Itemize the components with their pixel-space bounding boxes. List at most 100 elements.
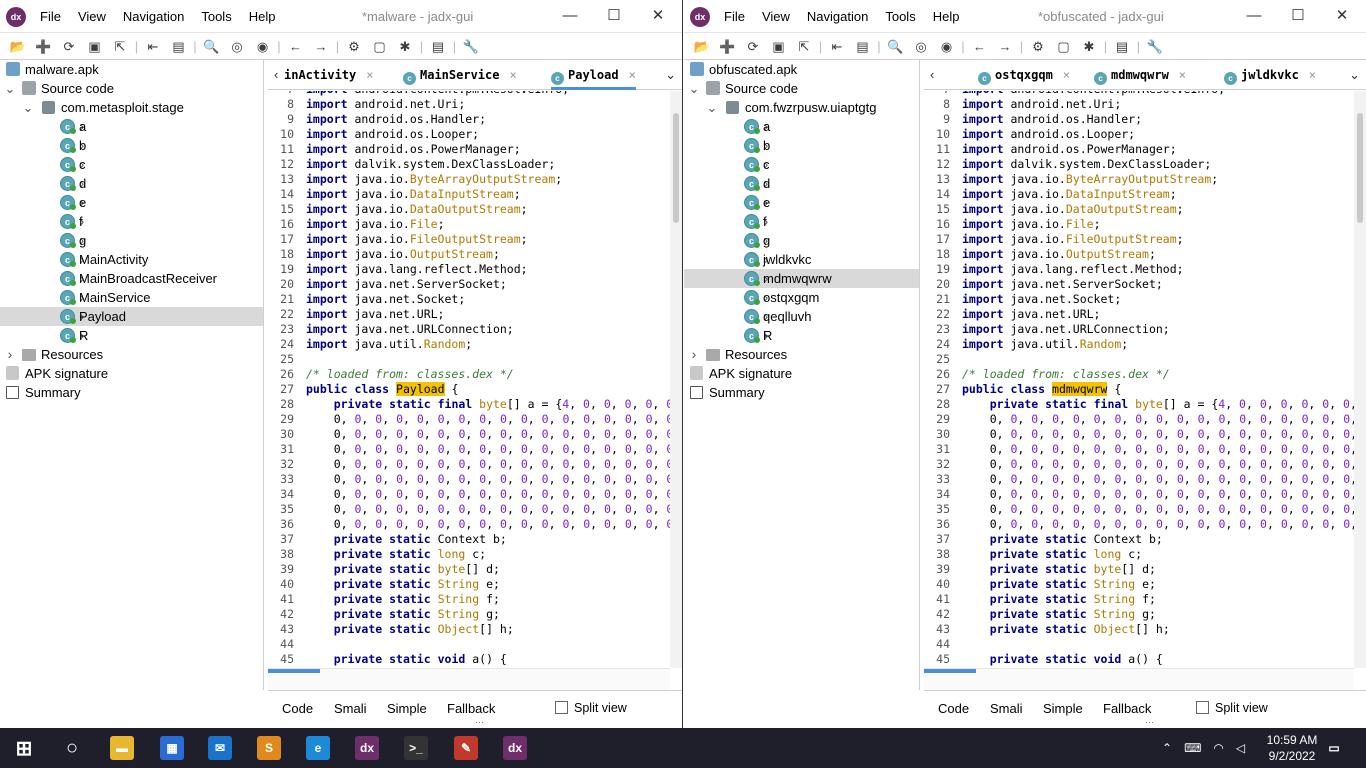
save-icon[interactable]: ▣ (83, 36, 107, 58)
start-icon[interactable]: ⊞ (12, 736, 36, 760)
debug-icon[interactable]: ✱ (393, 36, 417, 58)
horizontal-scrollbar[interactable] (924, 668, 1354, 690)
add-files-icon[interactable]: ➕ (32, 36, 56, 58)
search-icon[interactable]: 🔍 (200, 36, 224, 58)
menu-view[interactable]: View (762, 9, 790, 24)
tree-node[interactable]: › c c (0, 155, 263, 174)
tree-node[interactable]: obfuscated.apk (684, 60, 919, 79)
tree-node[interactable]: › c b (684, 136, 919, 155)
tab-list-icon[interactable]: ⌄ (665, 67, 676, 83)
menu-tools[interactable]: Tools (201, 9, 231, 24)
search-icon[interactable]: 🔍 (884, 36, 908, 58)
usage-icon[interactable]: ◉ (935, 36, 959, 58)
open-icon[interactable]: 📂 (6, 36, 30, 58)
view-tab-smali[interactable]: Smali (990, 701, 1023, 716)
tab-close-icon[interactable]: × (1063, 68, 1070, 82)
tree-node[interactable]: › c qeqlluvh (684, 307, 919, 326)
sublime-icon[interactable]: S (257, 736, 281, 760)
menu-file[interactable]: File (40, 9, 61, 24)
class-search-icon[interactable]: ◎ (909, 36, 933, 58)
volume-icon[interactable]: ◁ (1236, 741, 1245, 755)
forward-icon[interactable]: → (309, 36, 333, 58)
clock[interactable]: 10:59 AM 9/2/2022 (1262, 732, 1322, 764)
view-tab-smali[interactable]: Smali (334, 701, 367, 716)
tree-node[interactable]: › c R (0, 326, 263, 345)
ime-icon[interactable]: ⌨ (1184, 741, 1201, 755)
editor-tab[interactable]: inActivity × (284, 60, 373, 90)
close-button[interactable]: ✕ (1320, 4, 1364, 28)
menu-help[interactable]: Help (933, 9, 960, 24)
tree-node[interactable]: ⌄ Source code (0, 79, 263, 98)
class-search-icon[interactable]: ◎ (225, 36, 249, 58)
tab-scroll-left-icon[interactable]: ‹ (274, 67, 278, 82)
sync-tree-icon[interactable]: ⇤ (141, 36, 165, 58)
forward-icon[interactable]: → (993, 36, 1017, 58)
menu-tools[interactable]: Tools (885, 9, 915, 24)
tree-node[interactable]: › c f (0, 212, 263, 231)
expand-down-icon[interactable]: ⌄ (22, 98, 34, 117)
sync-icon[interactable]: ⟳ (741, 36, 765, 58)
minimize-button[interactable]: — (1232, 4, 1276, 28)
flatten-icon[interactable]: ▤ (167, 36, 191, 58)
tree-node[interactable]: › c e (684, 193, 919, 212)
close-button[interactable]: ✕ (636, 4, 680, 28)
checkbox-icon[interactable] (1196, 701, 1209, 714)
expand-right-icon[interactable]: › (4, 345, 16, 364)
tree-node[interactable]: › c R (684, 326, 919, 345)
horizontal-scrollbar[interactable] (268, 668, 670, 690)
search-icon[interactable]: ○ (60, 736, 84, 760)
split-view-checkbox[interactable]: Split view (1196, 701, 1268, 715)
tree-node[interactable]: › c f (684, 212, 919, 231)
store-icon[interactable]: ▦ (160, 736, 184, 760)
debug-icon[interactable]: ✱ (1077, 36, 1101, 58)
jadx-icon-2[interactable]: dx (503, 736, 527, 760)
scroll-thumb[interactable] (924, 669, 976, 673)
tree-node[interactable]: Summary (0, 383, 263, 402)
scroll-thumb[interactable] (268, 669, 320, 673)
menu-view[interactable]: View (78, 9, 106, 24)
save-icon[interactable]: ▣ (767, 36, 791, 58)
tree-node[interactable]: › c c (684, 155, 919, 174)
wifi-icon[interactable]: ◠ (1213, 741, 1223, 755)
tree-node[interactable]: › c mdmwqwrw (684, 269, 919, 288)
tree-node[interactable]: malware.apk (0, 60, 263, 79)
decompile-icon[interactable]: ⚙ (1026, 36, 1050, 58)
decompile-icon[interactable]: ⚙ (342, 36, 366, 58)
code-icon[interactable]: ▢ (368, 36, 392, 58)
tree-node[interactable]: › c ostqxgqm (684, 288, 919, 307)
tab-scroll-left-icon[interactable]: ‹ (930, 67, 934, 82)
minimize-button[interactable]: — (548, 4, 592, 28)
view-tab-simple[interactable]: Simple (387, 701, 427, 716)
tree-node[interactable]: › c MainBroadcastReceiver (0, 269, 263, 288)
checkbox-icon[interactable] (555, 701, 568, 714)
editor-tab[interactable]: c ostqxgqm × (978, 60, 1070, 90)
tab-close-icon[interactable]: × (629, 68, 636, 82)
chevron-up-icon[interactable]: ⌃ (1162, 741, 1172, 755)
editor-tab[interactable]: c mdmwqwrw × (1094, 60, 1186, 90)
tree-node[interactable]: › Resources (684, 345, 919, 364)
vertical-scrollbar[interactable] (670, 91, 682, 668)
tab-list-icon[interactable]: ⌄ (1349, 67, 1360, 83)
editor-tab[interactable]: c MainService × (403, 60, 517, 90)
tab-close-icon[interactable]: × (509, 68, 516, 82)
tree-node[interactable]: ⌄ com.metasploit.stage (0, 98, 263, 117)
notifications-icon[interactable]: ▭ (1322, 736, 1346, 760)
tree-node[interactable]: › c e (0, 193, 263, 212)
menu-file[interactable]: File (724, 9, 745, 24)
open-icon[interactable]: 📂 (690, 36, 714, 58)
file-explorer-icon[interactable]: ▬ (110, 736, 134, 760)
tree-node[interactable]: APK signature (684, 364, 919, 383)
tree-node[interactable]: › c g (684, 231, 919, 250)
tab-close-icon[interactable]: × (366, 68, 373, 82)
sync-tree-icon[interactable]: ⇤ (825, 36, 849, 58)
editor-tab[interactable]: c Payload × (551, 60, 636, 90)
export-icon[interactable]: ⇱ (108, 36, 132, 58)
tree-node[interactable]: › c Payload (0, 307, 263, 326)
preferences-icon[interactable]: 🔧 (459, 36, 483, 58)
tab-close-icon[interactable]: × (1179, 68, 1186, 82)
expand-down-icon[interactable]: ⌄ (706, 98, 718, 117)
tree-node[interactable]: › c b (0, 136, 263, 155)
scroll-thumb[interactable] (1357, 113, 1363, 223)
tree-node[interactable]: › c d (684, 174, 919, 193)
jadx-icon[interactable]: dx (355, 736, 379, 760)
